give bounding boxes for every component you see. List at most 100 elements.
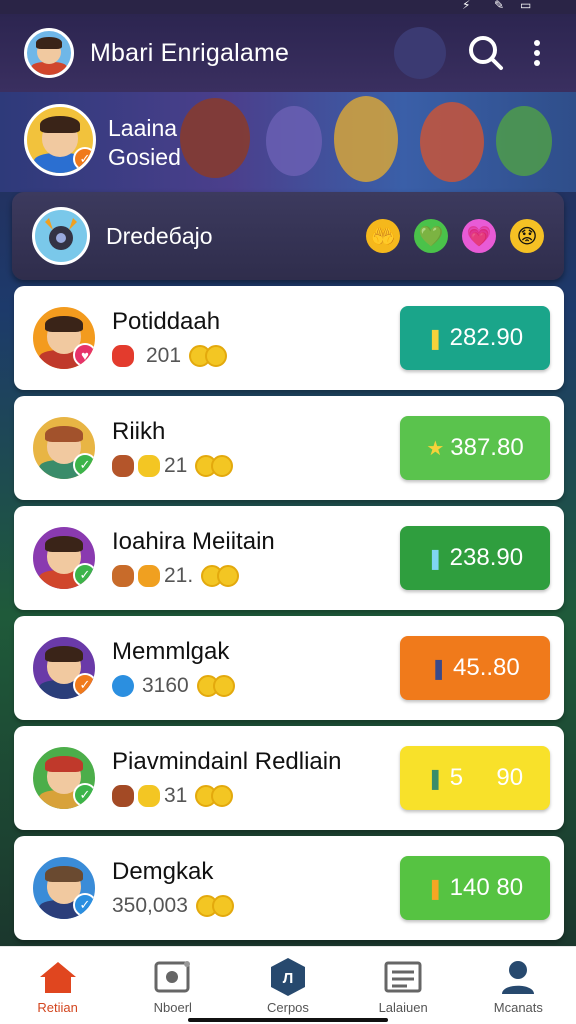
heart-badge-icon: ♥: [73, 343, 95, 367]
app-header: Mbari Enrigalame: [0, 14, 576, 92]
glove-icon: [112, 785, 134, 807]
list-item[interactable]: ✓ Demgkak 350,003 ❚ 140 80: [14, 836, 564, 940]
price-label: 45..80: [453, 654, 520, 681]
price-label: 5 90: [449, 764, 524, 791]
nav-label: Mcanats: [493, 1000, 543, 1015]
price-label: 387.80: [450, 434, 524, 461]
hand-icon: [138, 785, 160, 807]
hand-icon: [138, 455, 160, 477]
highlight-title: Dredeбajo: [106, 222, 213, 249]
glove-icon: [112, 345, 134, 367]
heart-icon[interactable]: 💗: [462, 219, 496, 253]
signal-icon: ⚡: [462, 0, 471, 12]
coins-icon: [201, 565, 240, 587]
nav-item-profile[interactable]: Mcanats: [468, 959, 568, 1015]
player-name: Potiddaah: [112, 308, 221, 335]
nav-label: Cerpos: [267, 1000, 309, 1015]
price-button[interactable]: ❚ 140 80: [400, 856, 550, 920]
check-icon: ✓: [73, 783, 95, 807]
svg-text:Л: Л: [283, 970, 294, 987]
character-art: [266, 106, 322, 176]
nav-label: Retiian: [37, 1000, 78, 1015]
player-score: 201: [146, 344, 182, 367]
coins-icon: [195, 455, 234, 477]
avatar: ✓: [30, 524, 98, 592]
price-button[interactable]: ❚ 238.90: [400, 526, 550, 590]
check-icon: ✓: [73, 563, 95, 587]
search-icon[interactable]: [464, 31, 508, 75]
avatar: ✓: [30, 414, 98, 482]
bottle-icon: ❚: [426, 547, 444, 570]
player-name: Piavmindainl Redliain: [112, 748, 342, 775]
banner-line2: Gosied: [108, 144, 181, 170]
price-button[interactable]: ❚ 5 90: [400, 746, 550, 810]
featured-avatar: ✓: [24, 104, 96, 176]
price-button[interactable]: ★ 387.80: [400, 416, 550, 480]
star-icon: ★: [426, 437, 445, 460]
player-name: Ioahira Meiitain: [112, 528, 275, 555]
price-label: 140 80: [449, 874, 524, 901]
verified-icon: ✓: [73, 893, 95, 917]
check-icon: ✓: [73, 453, 95, 477]
bottle-icon: ❚: [430, 657, 448, 680]
player-score: 3160: [142, 674, 189, 697]
coins-icon: [189, 345, 228, 367]
avatar: ✓: [30, 634, 98, 702]
check-icon: ✓: [73, 673, 95, 697]
avatar: ✓: [30, 854, 98, 922]
coins-icon: [195, 895, 234, 917]
check-icon: ✓: [73, 147, 93, 171]
list-item[interactable]: ♥ Potiddaah 201 ❚ 282.90: [14, 286, 564, 390]
user-avatar[interactable]: [24, 28, 74, 78]
player-score: 350,003: [112, 894, 188, 917]
leaderboard-list: ♥ Potiddaah 201 ❚ 282.90 ✓ Riikh 21 ★ 38…: [14, 286, 564, 946]
bottle-icon: ❚: [426, 877, 444, 900]
status-dot: [394, 27, 446, 79]
nav-item-list[interactable]: Lalaiuen: [353, 959, 453, 1015]
list-item[interactable]: ✓ Memmlgak 3160 ❚ 45..80: [14, 616, 564, 720]
photo-icon: [153, 959, 193, 995]
nav-item-home[interactable]: Retiian: [8, 959, 108, 1015]
hand-icon: [138, 565, 160, 587]
list-item[interactable]: ✓ Ioahira Meiitain 21. ❚ 238.90: [14, 506, 564, 610]
coins-icon: [195, 785, 234, 807]
camera-icon: [32, 207, 90, 265]
bottle-icon: ❚: [426, 327, 444, 350]
nav-label: Lalaiuen: [378, 1000, 428, 1015]
player-name: Riikh: [112, 418, 166, 445]
player-score: 21: [164, 454, 188, 477]
featured-banner[interactable]: ✓ Laaina Gosied: [0, 92, 576, 192]
figure-icon: ❚: [426, 767, 444, 790]
character-art: [496, 106, 552, 176]
player-score: 21.: [164, 564, 194, 587]
list-item[interactable]: ✓ Piavmindainl Redliain 31 ❚ 5 90: [14, 726, 564, 830]
logo-icon: Л: [268, 958, 308, 996]
player-name: Memmlgak: [112, 638, 230, 665]
price-button[interactable]: ❚ 282.90: [400, 306, 550, 370]
list-icon: [383, 959, 423, 995]
character-art: [180, 98, 250, 178]
nav-label: Nboerl: [153, 1000, 192, 1015]
battery-icon: ▭: [520, 0, 532, 12]
wifi-icon: ✎: [494, 0, 505, 12]
clap-icon[interactable]: 🤲: [366, 219, 400, 253]
heart-icon[interactable]: 💚: [414, 219, 448, 253]
highlight-card[interactable]: Dredeбajo 🤲 💚 💗 😟: [12, 192, 564, 280]
avatar: ♥: [30, 304, 98, 372]
nav-item-photos[interactable]: Nboerl: [123, 959, 223, 1015]
more-vertical-icon[interactable]: [522, 31, 552, 75]
nav-item-center[interactable]: Л Cerpos: [238, 958, 338, 1015]
status-bar: ⚡ ✎ ▭: [0, 0, 576, 14]
app-title: Mbari Enrigalame: [90, 38, 290, 67]
bottom-nav: Retiian Nboerl Л Cerpos Lalaiuen Mcanats: [0, 946, 576, 1024]
home-icon: [38, 959, 78, 995]
banner-line1: Laaina: [108, 115, 178, 141]
price-label: 238.90: [449, 544, 524, 571]
verified-icon: [112, 675, 134, 697]
home-indicator: [188, 1018, 388, 1022]
list-item[interactable]: ✓ Riikh 21 ★ 387.80: [14, 396, 564, 500]
worried-face-icon[interactable]: 😟: [510, 219, 544, 253]
price-button[interactable]: ❚ 45..80: [400, 636, 550, 700]
avatar: ✓: [30, 744, 98, 812]
coins-icon: [196, 675, 235, 697]
